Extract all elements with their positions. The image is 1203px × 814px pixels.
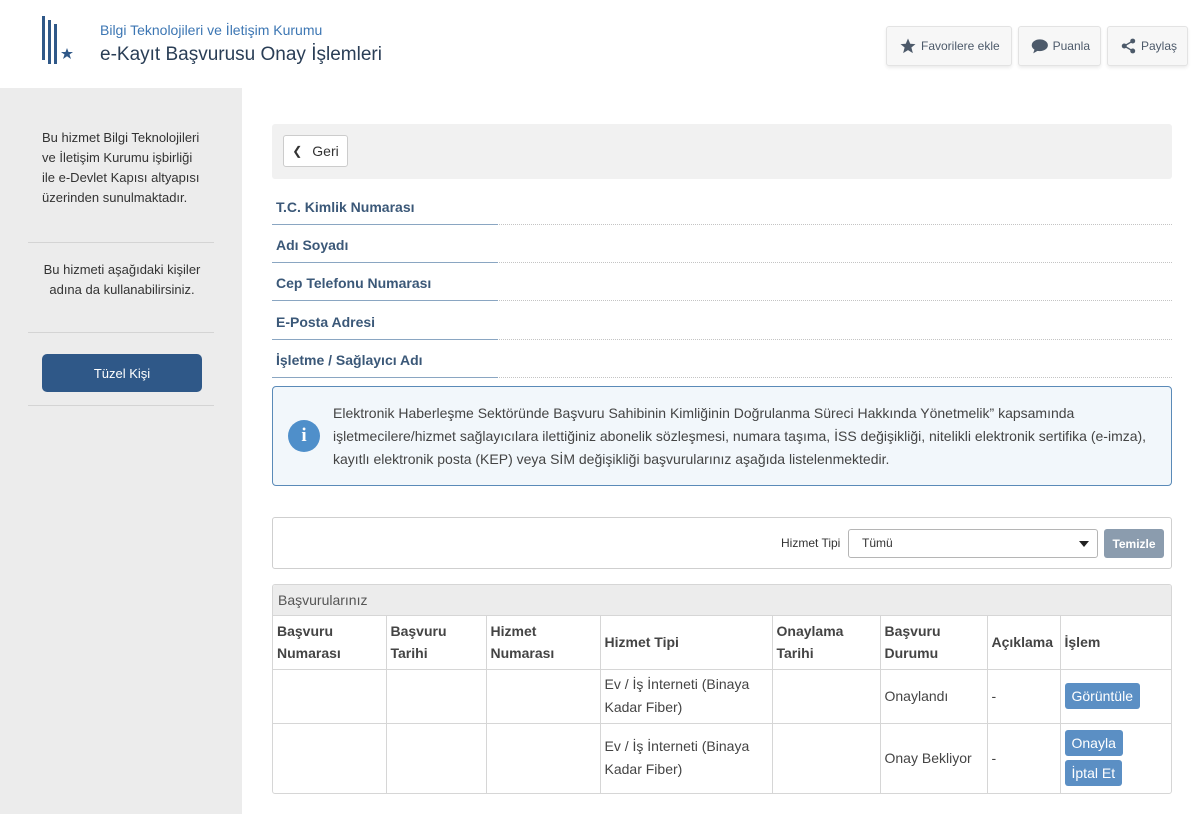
share-icon: [1121, 38, 1136, 54]
service-number: [486, 723, 601, 793]
tuzel-kisi-button[interactable]: Tüzel Kişi: [42, 354, 202, 392]
info-alert: i Elektronik Haberleşme Sektöründe Başvu…: [272, 386, 1172, 486]
application-status: Onaylandı: [880, 669, 988, 724]
speech-bubble-icon: [1031, 39, 1048, 54]
field-label: İşletme / Sağlayıcı Adı: [276, 352, 423, 368]
view-button[interactable]: Görüntüle: [1064, 683, 1140, 709]
application-date: [386, 669, 487, 724]
table-row: Ev / İş İnterneti (Binaya Kadar Fiber) O…: [273, 669, 1171, 724]
field-cep-telefonu: Cep Telefonu Numarası: [272, 263, 1172, 301]
service-number: [486, 669, 601, 724]
service-info-text: Bu hizmet Bilgi Teknolojileri ve İletişi…: [42, 130, 200, 205]
rate-button[interactable]: Puanla: [1018, 26, 1101, 66]
description: -: [987, 669, 1061, 724]
approval-date: [772, 669, 881, 724]
cancel-button[interactable]: İptal Et: [1064, 760, 1123, 787]
org-name: Bilgi Teknolojileri ve İletişim Kurumu: [100, 22, 323, 38]
info-icon: i: [288, 420, 320, 452]
field-eposta: E-Posta Adresi: [272, 302, 1172, 340]
column-header: Başvuru Tarihi: [386, 616, 487, 670]
page-title: e-Kayıt Başvurusu Onay İşlemleri: [100, 44, 382, 65]
rate-label: Puanla: [1052, 39, 1090, 53]
field-ad-soyad: Adı Soyadı: [272, 225, 1172, 263]
service-type-label: Hizmet Tipi: [781, 536, 841, 550]
column-header: Başvuru Numarası: [273, 616, 387, 670]
table-row: Ev / İş İnterneti (Binaya Kadar Fiber) O…: [273, 723, 1171, 793]
actions-cell: Görüntüle: [1060, 669, 1171, 724]
share-label: Paylaş: [1140, 39, 1177, 53]
back-button[interactable]: ❮ Geri: [283, 135, 348, 167]
application-date: [386, 723, 487, 793]
actions-cell: Onayla İptal Et: [1060, 723, 1171, 793]
applications-table: Başvurularınız Başvuru Numarası Başvuru …: [272, 584, 1172, 794]
service-type-value: Tümü: [862, 536, 893, 550]
back-label: Geri: [312, 143, 339, 159]
service-type-select[interactable]: Tümü: [848, 529, 1098, 558]
sidebar: Bu hizmet Bilgi Teknolojileri ve İletişi…: [0, 88, 242, 814]
divider: [28, 242, 214, 243]
service-type: Ev / İş İnterneti (Binaya Kadar Fiber): [600, 669, 773, 724]
approval-date: [772, 723, 881, 793]
description: -: [987, 723, 1061, 793]
share-button[interactable]: Paylaş: [1107, 26, 1188, 66]
approve-button[interactable]: Onayla: [1064, 730, 1123, 757]
field-label: Cep Telefonu Numarası: [276, 275, 432, 291]
column-header: Başvuru Durumu: [880, 616, 988, 670]
caret-down-icon: [1079, 541, 1089, 547]
favorite-label: Favorilere ekle: [921, 39, 1000, 53]
divider: [28, 332, 214, 333]
header: Bilgi Teknolojileri ve İletişim Kurumu e…: [0, 0, 1203, 88]
info-text: Elektronik Haberleşme Sektöründe Başvuru…: [333, 405, 1147, 467]
back-bar: ❮ Geri: [272, 124, 1172, 179]
btk-logo: [42, 16, 79, 74]
column-header: Hizmet Tipi: [600, 616, 773, 670]
field-tc-kimlik: T.C. Kimlik Numarası: [272, 187, 1172, 225]
column-header: Hizmet Numarası: [486, 616, 601, 670]
table-title: Başvurularınız: [273, 585, 1171, 616]
clear-button[interactable]: Temizle: [1104, 529, 1164, 558]
application-number: [273, 669, 387, 724]
column-header: Açıklama: [987, 616, 1061, 670]
filter-panel: Hizmet Tipi Tümü Temizle: [272, 517, 1172, 569]
application-status: Onay Bekliyor: [880, 723, 988, 793]
service-type: Ev / İş İnterneti (Binaya Kadar Fiber): [600, 723, 773, 793]
field-label: Adı Soyadı: [276, 237, 349, 253]
alternate-use-note: Bu hizmeti aşağıdaki kişiler adına da ku…: [43, 262, 201, 297]
favorite-button[interactable]: Favorilere ekle: [886, 26, 1012, 66]
field-isletme-adi: İşletme / Sağlayıcı Adı: [272, 340, 1172, 378]
application-number: [273, 723, 387, 793]
column-header: İşlem: [1060, 616, 1171, 670]
star-icon: [900, 38, 916, 54]
field-label: T.C. Kimlik Numarası: [276, 199, 415, 215]
field-label: E-Posta Adresi: [276, 314, 376, 330]
column-header: Onaylama Tarihi: [772, 616, 881, 670]
chevron-left-icon: ❮: [292, 144, 303, 158]
main-content: ❮ Geri T.C. Kimlik Numarası Adı Soyadı C…: [242, 88, 1203, 814]
divider: [28, 405, 214, 406]
